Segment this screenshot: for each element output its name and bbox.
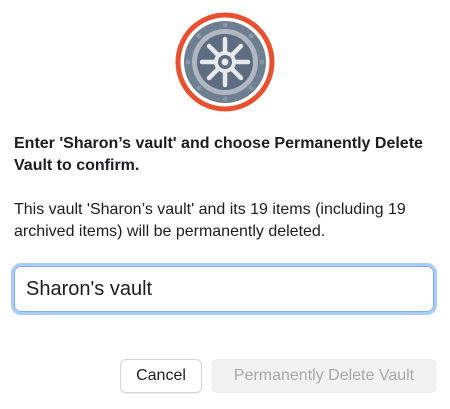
vault-name-input[interactable]: [11, 263, 437, 315]
dialog-message: This vault 'Sharon’s vault' and its 19 i…: [14, 201, 406, 240]
delete-vault-dialog: Enter 'Sharon’s vault' and choose Perman…: [0, 0, 450, 409]
permanently-delete-vault-button[interactable]: Permanently Delete Vault: [212, 359, 436, 393]
cancel-button[interactable]: Cancel: [120, 359, 202, 393]
dialog-heading: Enter 'Sharon’s vault' and choose Perman…: [14, 135, 423, 174]
vault-icon: [175, 12, 275, 112]
